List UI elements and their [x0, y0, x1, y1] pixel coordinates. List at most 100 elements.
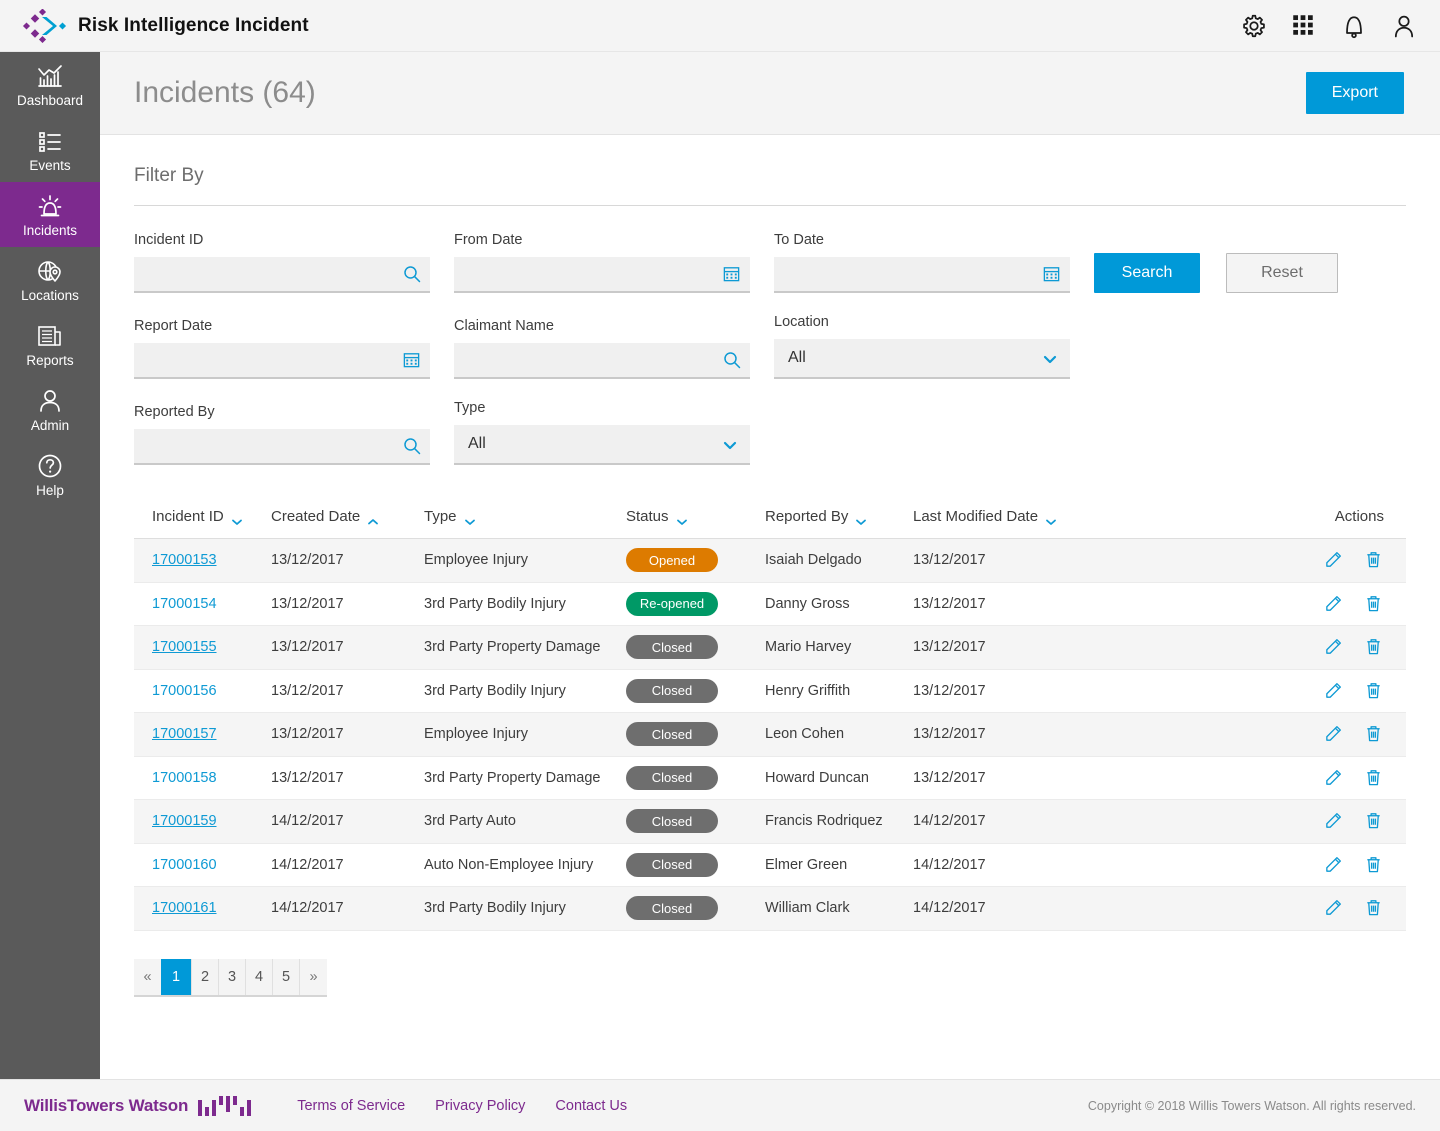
- cell-actions: [1163, 768, 1406, 788]
- incident-id-link[interactable]: 17000161: [152, 900, 217, 916]
- export-button[interactable]: Export: [1305, 72, 1404, 114]
- sidebar-item-incidents[interactable]: Incidents: [0, 182, 100, 247]
- delete-trash-icon[interactable]: [1364, 637, 1384, 657]
- cell-status: Closed: [626, 765, 765, 790]
- search-icon[interactable]: [722, 350, 742, 370]
- incident-id-link[interactable]: 17000160: [152, 857, 217, 873]
- incident-id-input[interactable]: [134, 257, 430, 291]
- from-date-input[interactable]: [454, 257, 750, 291]
- pagination-page-3[interactable]: 3: [219, 958, 246, 995]
- filter-label-type: Type: [454, 400, 486, 416]
- footer-link-2[interactable]: Contact Us: [555, 1098, 627, 1114]
- page-title: Incidents (64): [134, 76, 316, 109]
- column-header-status[interactable]: Status: [626, 508, 765, 525]
- incident-id-link[interactable]: 17000156: [152, 683, 217, 699]
- type-select[interactable]: All: [454, 425, 750, 465]
- pagination-next[interactable]: »: [300, 959, 327, 995]
- sidebar-item-locations[interactable]: Locations: [0, 247, 100, 312]
- cell-status: Closed: [626, 809, 765, 834]
- user-icon[interactable]: [1390, 12, 1418, 40]
- cell-created-date: 13/12/2017: [271, 726, 344, 743]
- globe-pin-icon: [35, 256, 65, 286]
- report-date-input[interactable]: [134, 343, 430, 377]
- bell-icon[interactable]: [1340, 12, 1368, 40]
- main-content: Incidents (64) Export Filter By Incident…: [100, 52, 1440, 1079]
- sidebar-item-reports[interactable]: Reports: [0, 312, 100, 377]
- delete-trash-icon[interactable]: [1364, 898, 1384, 918]
- search-icon[interactable]: [402, 264, 422, 284]
- brand[interactable]: Risk Intelligence Incident: [0, 7, 309, 43]
- cell-last-modified-date: 13/12/2017: [913, 726, 986, 743]
- cell-actions: [1163, 550, 1406, 570]
- search-button[interactable]: Search: [1094, 253, 1200, 293]
- location-select[interactable]: All: [774, 339, 1070, 379]
- claimant-name-input[interactable]: [454, 343, 750, 377]
- filter-divider: [134, 205, 1406, 206]
- gear-icon[interactable]: [1240, 12, 1268, 40]
- edit-pencil-icon[interactable]: [1324, 811, 1344, 831]
- incident-id-link[interactable]: 17000154: [152, 596, 217, 612]
- edit-pencil-icon[interactable]: [1324, 594, 1344, 614]
- pagination-page-5[interactable]: 5: [273, 958, 300, 995]
- delete-trash-icon[interactable]: [1364, 594, 1384, 614]
- pagination-page-1[interactable]: 1: [161, 958, 192, 995]
- footer-link-0[interactable]: Terms of Service: [297, 1098, 405, 1114]
- incident-id-link[interactable]: 17000155: [152, 639, 217, 655]
- delete-trash-icon[interactable]: [1364, 724, 1384, 744]
- status-badge: Closed: [626, 852, 718, 877]
- calendar-icon[interactable]: [1042, 264, 1062, 284]
- status-badge: Closed: [626, 635, 718, 660]
- calendar-icon[interactable]: [722, 264, 742, 284]
- search-icon[interactable]: [402, 436, 422, 456]
- edit-pencil-icon[interactable]: [1324, 768, 1344, 788]
- cell-incident-id: 17000158: [134, 770, 271, 786]
- column-header-type[interactable]: Type: [424, 508, 626, 525]
- pagination-page-4[interactable]: 4: [246, 958, 273, 995]
- incidents-table: Incident ID Created Date Type Status Rep…: [134, 495, 1406, 931]
- edit-pencil-icon[interactable]: [1324, 724, 1344, 744]
- cell-incident-id: 17000160: [134, 857, 271, 873]
- to-date-input[interactable]: [774, 257, 1070, 291]
- calendar-icon[interactable]: [402, 350, 422, 370]
- filter-buttons: Search Reset: [1094, 253, 1338, 293]
- column-header-incident-id[interactable]: Incident ID: [134, 508, 271, 525]
- incident-id-link[interactable]: 17000158: [152, 770, 217, 786]
- cell-created-date: 14/12/2017: [271, 856, 344, 873]
- filter-field-claimant-name: Claimant Name: [454, 318, 750, 379]
- pagination-prev[interactable]: «: [134, 959, 161, 995]
- edit-pencil-icon[interactable]: [1324, 855, 1344, 875]
- sidebar-item-admin[interactable]: Admin: [0, 377, 100, 442]
- location-select-value: All: [788, 349, 806, 366]
- delete-trash-icon[interactable]: [1364, 681, 1384, 701]
- pagination-page-2[interactable]: 2: [192, 958, 219, 995]
- sidebar-item-dashboard[interactable]: Dashboard: [0, 52, 100, 117]
- edit-pencil-icon[interactable]: [1324, 550, 1344, 570]
- incident-id-link[interactable]: 17000153: [152, 552, 217, 568]
- application-window: Risk Intelligence Incident Dashboard Eve…: [0, 0, 1440, 1131]
- apps-grid-icon[interactable]: [1290, 12, 1318, 40]
- cell-reported-by: Danny Gross: [765, 595, 850, 612]
- delete-trash-icon[interactable]: [1364, 768, 1384, 788]
- siren-icon: [35, 191, 65, 221]
- edit-pencil-icon[interactable]: [1324, 898, 1344, 918]
- column-header-reported-by[interactable]: Reported By: [765, 508, 913, 525]
- incident-id-link[interactable]: 17000157: [152, 726, 217, 742]
- column-header-created-date[interactable]: Created Date: [271, 508, 424, 525]
- cell-actions: [1163, 681, 1406, 701]
- incident-id-link[interactable]: 17000159: [152, 813, 217, 829]
- column-header-last-modified-date[interactable]: Last Modified Date: [913, 508, 1163, 525]
- filter-label-report-date: Report Date: [134, 318, 213, 334]
- delete-trash-icon[interactable]: [1364, 855, 1384, 875]
- sidebar-item-events[interactable]: Events: [0, 117, 100, 182]
- column-label: Created Date: [271, 508, 361, 525]
- cell-actions: [1163, 855, 1406, 875]
- reset-button[interactable]: Reset: [1226, 253, 1338, 293]
- delete-trash-icon[interactable]: [1364, 811, 1384, 831]
- footer-link-1[interactable]: Privacy Policy: [435, 1098, 525, 1114]
- edit-pencil-icon[interactable]: [1324, 681, 1344, 701]
- reported-by-input[interactable]: [134, 429, 430, 463]
- edit-pencil-icon[interactable]: [1324, 637, 1344, 657]
- delete-trash-icon[interactable]: [1364, 550, 1384, 570]
- sidebar-item-help[interactable]: Help: [0, 442, 100, 507]
- filter-field-type: Type All: [454, 400, 750, 465]
